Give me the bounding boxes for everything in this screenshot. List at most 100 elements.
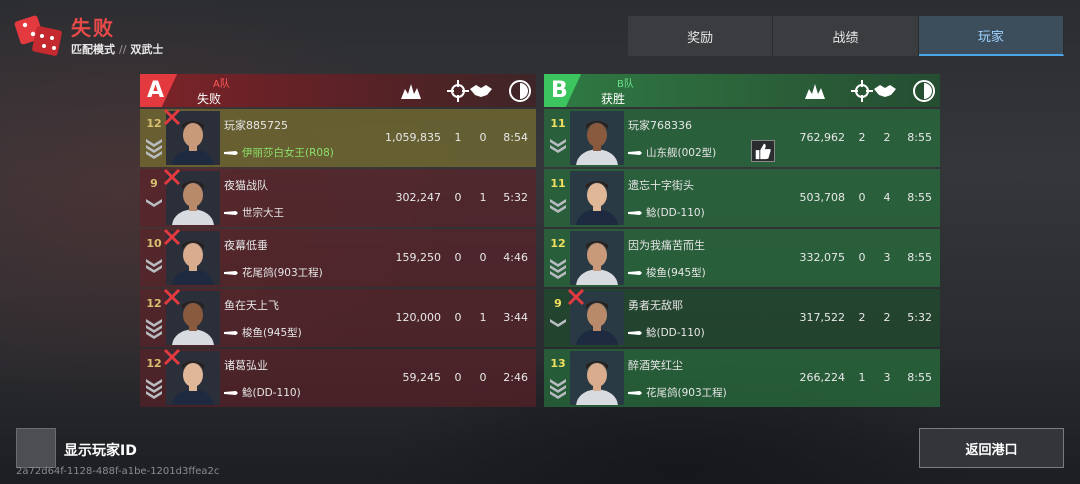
player-kills: 1 bbox=[454, 131, 462, 144]
rank-chevron-icon bbox=[144, 315, 164, 339]
ship-class-icon bbox=[628, 150, 642, 155]
player-row[interactable]: 9 夜猫战队 世宗大王 302,247 0 1 5:32 bbox=[140, 168, 536, 227]
dice-logo-icon bbox=[14, 15, 62, 56]
player-row[interactable]: 11 玩家768336 山东舰(002型) 762,962 2 2 8:55 bbox=[544, 109, 940, 167]
player-assists: 2 bbox=[883, 311, 891, 324]
player-portrait bbox=[570, 111, 624, 165]
show-id-checkbox[interactable] bbox=[16, 428, 56, 468]
team-b-panel: B B队 获胜 11 玩家768336 山东舰(002型) 762,962 2 … bbox=[544, 74, 940, 407]
sunk-x-icon bbox=[163, 288, 181, 306]
player-row[interactable]: 12 诸葛弘业 鲶(DD-110) 59,245 0 0 2:46 bbox=[140, 348, 536, 407]
player-name: 因为我痛苦而生 bbox=[628, 239, 705, 252]
player-score: 332,075 bbox=[799, 251, 846, 264]
ship-name: 花尾鸽(903工程) bbox=[242, 267, 323, 279]
player-score: 59,245 bbox=[402, 371, 442, 384]
player-score: 302,247 bbox=[395, 191, 442, 204]
tab-record[interactable]: 战绩 bbox=[773, 16, 919, 56]
rank-chevron-icon bbox=[548, 375, 568, 399]
player-time: 5:32 bbox=[907, 311, 932, 324]
player-score: 266,224 bbox=[799, 371, 846, 384]
mode-label: 匹配模式 bbox=[71, 43, 115, 56]
rank-chevron-icon bbox=[548, 195, 568, 219]
player-row[interactable]: 12 玩家885725 伊丽莎白女王(R08) 1,059,835 1 0 8:… bbox=[140, 108, 536, 167]
player-portrait bbox=[570, 351, 624, 405]
rank-chevron-icon bbox=[144, 375, 164, 399]
ship-info: 山东舰(002型) bbox=[628, 145, 716, 160]
team-b-state: 获胜 bbox=[601, 92, 626, 106]
rank-chevron-icon bbox=[144, 195, 164, 219]
player-name: 勇者无敌耶 bbox=[628, 299, 683, 312]
tab-players[interactable]: 玩家 bbox=[918, 16, 1064, 56]
player-row[interactable]: 10 夜幕低垂 花尾鸽(903工程) 159,250 0 0 4:46 bbox=[140, 228, 536, 287]
player-assists: 2 bbox=[883, 131, 891, 144]
sunk-x-icon bbox=[163, 168, 181, 186]
clock-icon bbox=[913, 80, 935, 102]
player-kills: 0 bbox=[454, 371, 462, 384]
player-kills: 0 bbox=[454, 311, 462, 324]
player-kills: 0 bbox=[454, 191, 462, 204]
player-kills: 0 bbox=[454, 251, 462, 264]
ship-name: 世宗大王 bbox=[242, 207, 284, 219]
return-to-port-button[interactable]: 返回港口 bbox=[919, 428, 1064, 468]
player-name: 鱼在天上飞 bbox=[224, 299, 279, 312]
ship-info: 鲶(DD-110) bbox=[628, 205, 705, 220]
tab-rewards[interactable]: 奖励 bbox=[628, 16, 774, 56]
ship-class-icon bbox=[224, 150, 238, 155]
player-row[interactable]: 13 醉酒笑红尘 花尾鸽(903工程) 266,224 1 3 8:55 bbox=[544, 349, 940, 407]
sunk-x-icon bbox=[163, 348, 181, 366]
ship-name: 鲶(DD-110) bbox=[242, 387, 301, 399]
ship-name: 伊丽莎白女王(R08) bbox=[242, 147, 334, 159]
ship-info: 世宗大王 bbox=[224, 205, 284, 220]
player-time: 8:55 bbox=[907, 251, 932, 264]
sunk-x-icon bbox=[163, 228, 181, 246]
player-assists: 3 bbox=[883, 251, 891, 264]
result-title: 失败 bbox=[71, 16, 115, 40]
ship-info: 梭鱼(945型) bbox=[224, 325, 302, 340]
player-kills: 1 bbox=[858, 371, 866, 384]
player-assists: 0 bbox=[479, 371, 487, 384]
submode-label: 双武士 bbox=[130, 43, 164, 56]
player-kills: 2 bbox=[858, 311, 866, 324]
ship-name: 鲶(DD-110) bbox=[646, 327, 705, 339]
player-row[interactable]: 12 因为我痛苦而生 梭鱼(945型) 332,075 0 3 8:55 bbox=[544, 229, 940, 287]
player-name: 诸葛弘业 bbox=[224, 359, 268, 372]
clock-icon bbox=[509, 80, 531, 102]
player-name: 夜幕低垂 bbox=[224, 239, 268, 252]
rank-chevron-icon bbox=[548, 315, 568, 339]
ship-name: 山东舰(002型) bbox=[646, 147, 717, 159]
ship-class-icon bbox=[628, 270, 642, 275]
player-score: 1,059,835 bbox=[385, 131, 441, 144]
team-a-letter: A bbox=[140, 74, 186, 107]
player-time: 3:44 bbox=[503, 311, 528, 324]
tab-bar: 奖励 战绩 玩家 bbox=[628, 16, 1064, 56]
team-a-column-icons bbox=[376, 79, 536, 103]
rank-chevron-icon bbox=[548, 255, 568, 279]
player-row[interactable]: 12 鱼在天上飞 梭鱼(945型) 120,000 0 1 3:44 bbox=[140, 288, 536, 347]
player-name: 玩家885725 bbox=[224, 119, 288, 132]
mode-line: 匹配模式 //双武士 bbox=[71, 41, 163, 57]
rank-chevron-icon bbox=[548, 135, 568, 159]
player-score: 120,000 bbox=[395, 311, 442, 324]
team-b-name: B队 bbox=[617, 79, 634, 90]
ship-info: 花尾鸽(903工程) bbox=[628, 385, 727, 400]
player-row[interactable]: 9 勇者无敌耶 鲶(DD-110) 317,522 2 2 5:32 bbox=[544, 288, 940, 347]
show-id-label[interactable]: 显示玩家ID bbox=[64, 440, 137, 460]
ship-class-icon bbox=[628, 390, 642, 395]
player-score: 159,250 bbox=[395, 251, 442, 264]
team-a-name: A队 bbox=[213, 79, 230, 90]
team-a-state: 失败 bbox=[197, 92, 222, 106]
ship-name: 花尾鸽(903工程) bbox=[646, 387, 727, 399]
player-assists: 4 bbox=[883, 191, 891, 204]
ship-info: 伊丽莎白女王(R08) bbox=[224, 145, 334, 160]
team-b-header: B B队 获胜 bbox=[544, 74, 940, 107]
player-time: 2:46 bbox=[503, 371, 528, 384]
ship-info: 梭鱼(945型) bbox=[628, 265, 706, 280]
handshake-icon bbox=[874, 85, 896, 97]
player-time: 4:46 bbox=[503, 251, 528, 264]
player-assists: 3 bbox=[883, 371, 891, 384]
explosion-icon bbox=[401, 84, 421, 99]
crosshair-icon bbox=[851, 80, 873, 102]
player-row[interactable]: 11 遗忘十字街头 鲶(DD-110) 503,708 0 4 8:55 bbox=[544, 169, 940, 227]
like-button[interactable] bbox=[751, 140, 775, 162]
player-score: 503,708 bbox=[799, 191, 846, 204]
